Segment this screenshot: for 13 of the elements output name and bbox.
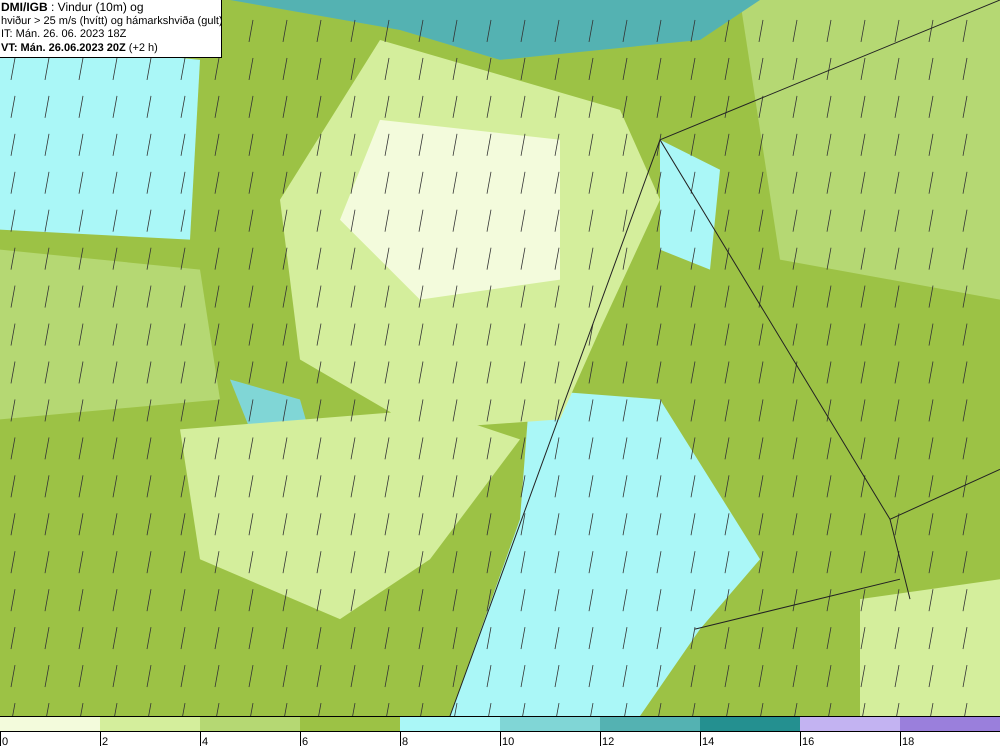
legend-label: 6 bbox=[302, 736, 308, 747]
title-line: VT: Mán. 26.06.2023 20Z (+2 h) bbox=[1, 42, 159, 55]
title-line: DMI/IGB : Vindur (10m) og bbox=[1, 1, 144, 14]
legend-label: 2 bbox=[102, 736, 108, 747]
legend-label: 12 bbox=[602, 736, 614, 747]
legend-label: 14 bbox=[702, 736, 714, 747]
legend-label: 18 bbox=[902, 736, 914, 747]
legend-label: 4 bbox=[202, 736, 208, 747]
legend-label: 0 bbox=[2, 736, 8, 747]
legend-label: 10 bbox=[502, 736, 514, 747]
title-line: IT: Mán. 26. 06. 2023 18Z bbox=[1, 28, 128, 42]
legend-label: 16 bbox=[802, 736, 814, 747]
legend-label: 8 bbox=[402, 736, 408, 747]
